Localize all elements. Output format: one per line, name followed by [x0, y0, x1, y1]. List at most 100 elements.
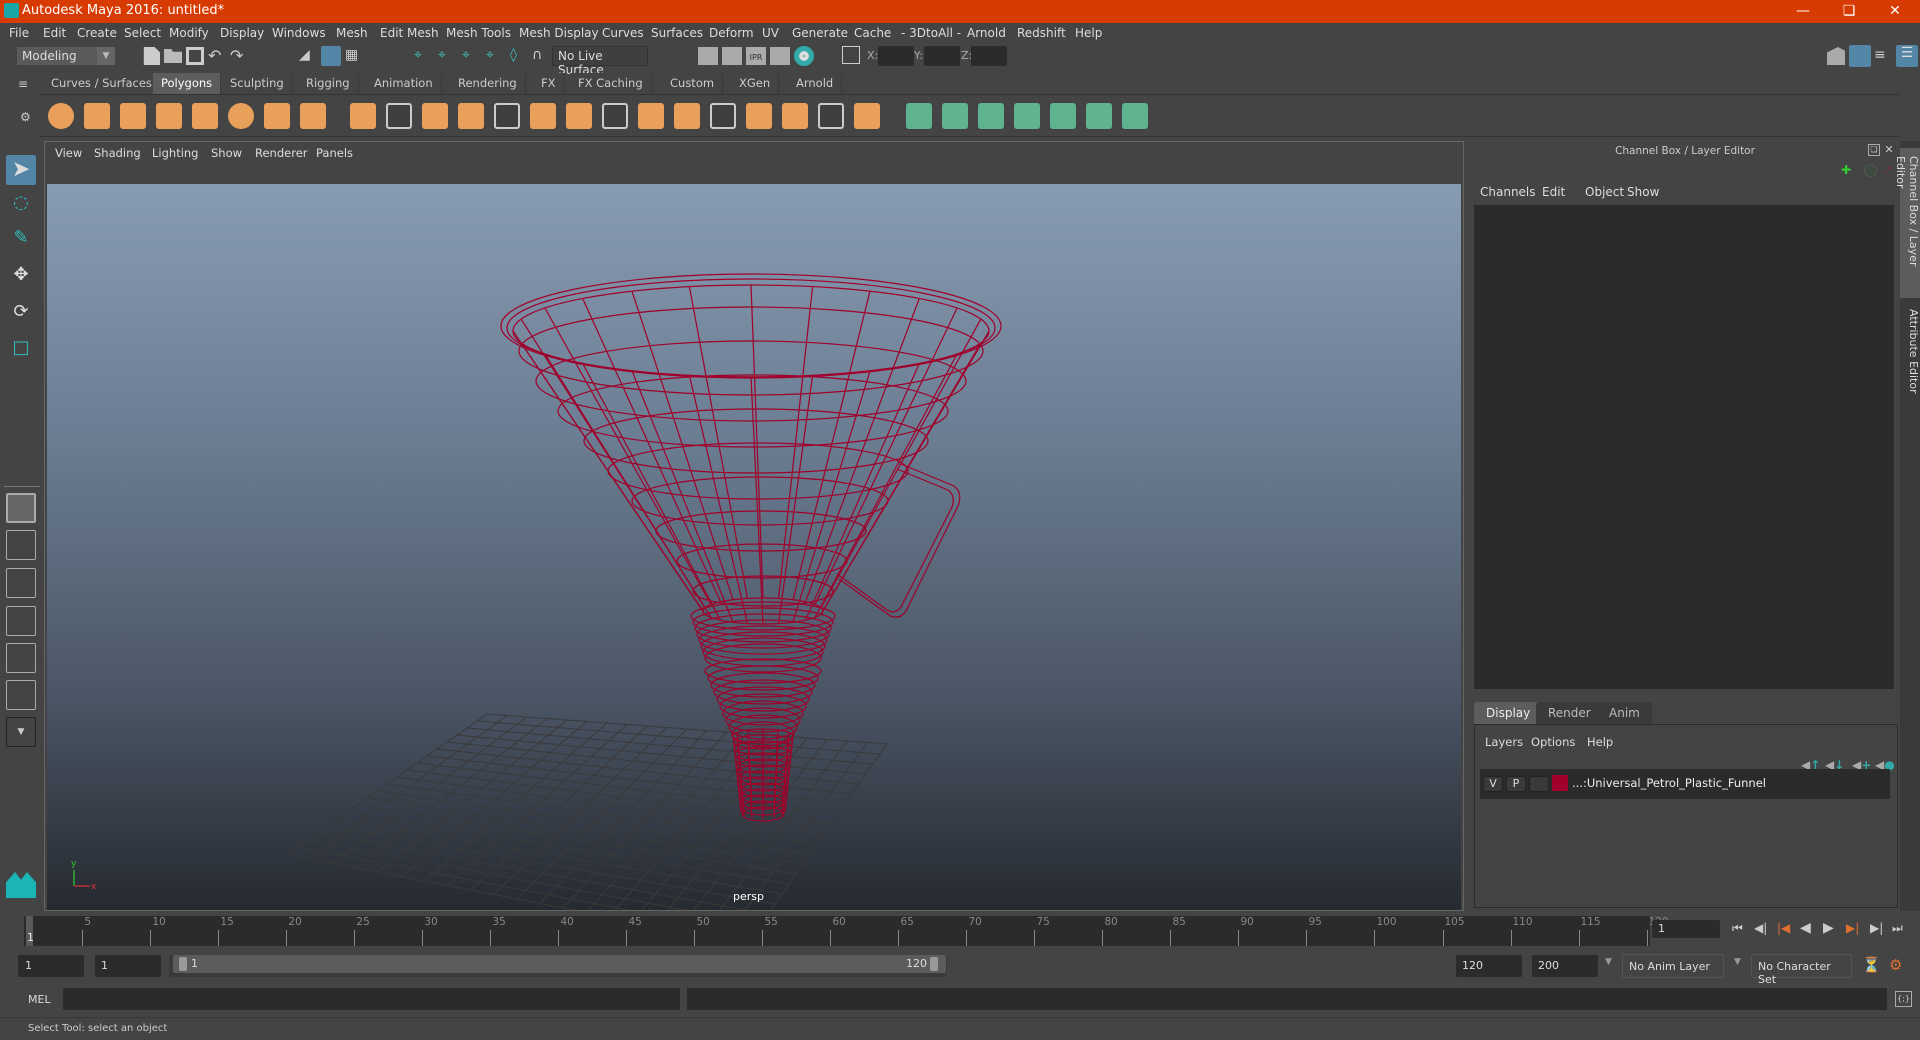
layers-menu[interactable]: Layers	[1485, 735, 1523, 749]
layout-dropdown-icon[interactable]: ▼	[6, 717, 36, 747]
separate-icon[interactable]	[386, 103, 412, 129]
shelf-tab-rendering[interactable]: Rendering	[450, 73, 526, 94]
animation-preferences-icon[interactable]: ⚙	[1889, 956, 1902, 974]
menu-generate[interactable]: Generate	[792, 26, 848, 40]
booleans-icon[interactable]	[530, 103, 556, 129]
viewport-menu-renderer[interactable]: Renderer	[255, 146, 308, 160]
viewport-menu-shading[interactable]: Shading	[94, 146, 141, 160]
side-tab-attribute-editor[interactable]: Attribute Editor	[1900, 301, 1920, 411]
persp-outliner-layout-icon[interactable]	[6, 568, 36, 598]
multi-cut-icon[interactable]	[782, 103, 808, 129]
poly-pyramid-icon[interactable]	[264, 103, 290, 129]
go-to-end-icon[interactable]: ⏭	[1892, 921, 1903, 936]
snap-point-icon[interactable]: ⌖	[462, 47, 480, 65]
step-forward-frame-icon[interactable]: ▶|	[1846, 921, 1859, 935]
minimize-button[interactable]: —	[1780, 0, 1826, 23]
sync-icon[interactable]	[1864, 164, 1877, 177]
shelf-tab-sculpting[interactable]: Sculpting	[222, 73, 293, 94]
shelf-settings-gear-icon[interactable]: ⚙	[20, 110, 31, 124]
show-menu[interactable]: Show	[1627, 185, 1659, 199]
help-menu[interactable]: Help	[1587, 735, 1613, 749]
snap-grid-icon[interactable]: ⌖	[414, 47, 432, 65]
float-panel-icon[interactable]: ❏	[1868, 144, 1880, 156]
rotate-tool-icon[interactable]: ⟳	[6, 297, 36, 327]
insert-edge-loop-icon[interactable]	[746, 103, 772, 129]
y-field[interactable]	[924, 46, 960, 66]
snap-curve-icon[interactable]: ⌖	[438, 47, 456, 65]
step-back-key-icon[interactable]: ◀|	[1754, 921, 1767, 935]
channel-box-toggle-icon[interactable]: ☰	[1896, 45, 1918, 67]
play-backward-icon[interactable]: ◀	[1800, 920, 1811, 936]
poly-sphere-icon[interactable]	[48, 103, 74, 129]
planar-uv-icon[interactable]	[906, 103, 932, 129]
menu-3dtoall[interactable]: - 3DtoAll -	[901, 26, 961, 40]
target-weld-icon[interactable]	[818, 103, 844, 129]
menu-display[interactable]: Display	[220, 26, 264, 40]
range-slider[interactable]: 1 120	[173, 955, 946, 973]
bevel-icon[interactable]	[566, 103, 592, 129]
render-view-icon[interactable]	[698, 47, 718, 65]
snap-view-plane-icon[interactable]: ⌖	[486, 47, 504, 65]
layer-playback-toggle[interactable]: P	[1506, 776, 1526, 792]
shelf-tab-curves-surfaces[interactable]: Curves / Surfaces	[43, 73, 161, 94]
command-input[interactable]	[63, 988, 680, 1010]
shelf-tab-arnold[interactable]: Arnold	[788, 73, 843, 94]
automatic-uv-icon[interactable]	[1014, 103, 1040, 129]
time-ruler[interactable]: 1 5 10 15 20 25 30 35 40 45 50 55 60 65 70 75 80 85 90 95 1…	[24, 916, 1669, 946]
smooth-icon[interactable]	[458, 103, 484, 129]
shelf-tab-custom[interactable]: Custom	[662, 73, 724, 94]
script-editor-icon[interactable]: {;}	[1895, 991, 1912, 1007]
layer-display-type-toggle[interactable]	[1529, 776, 1549, 792]
channels-menu[interactable]: Channels	[1480, 185, 1536, 199]
merge-icon[interactable]	[674, 103, 700, 129]
bridge-icon[interactable]	[602, 103, 628, 129]
step-forward-key-icon[interactable]: ▶|	[1870, 921, 1883, 935]
viewport-menu-show[interactable]: Show	[211, 146, 242, 160]
close-panel-icon[interactable]: ✕	[1883, 144, 1895, 156]
layer-tab-display[interactable]: Display	[1474, 702, 1543, 724]
side-tab-channel-box[interactable]: Channel Box / Layer Editor	[1894, 148, 1920, 298]
menu-edit[interactable]: Edit	[43, 26, 66, 40]
uv-editor-icon[interactable]	[1086, 103, 1112, 129]
spherical-uv-icon[interactable]	[978, 103, 1004, 129]
range-start-handle[interactable]	[179, 957, 187, 971]
shelf-menu-icon[interactable]: ≡	[18, 77, 32, 91]
menu-arnold[interactable]: Arnold	[967, 26, 1006, 40]
menu-modify[interactable]: Modify	[169, 26, 209, 40]
animation-end-field[interactable]: 200	[1532, 955, 1598, 977]
chevron-down-icon[interactable]: ▼	[1734, 957, 1741, 967]
lasso-tool-icon[interactable]: ◌	[6, 188, 36, 218]
menu-windows[interactable]: Windows	[272, 26, 326, 40]
start-time-field[interactable]: 1	[19, 955, 84, 977]
close-button[interactable]: ✕	[1872, 0, 1918, 23]
persp-graph-layout-icon[interactable]	[6, 606, 36, 636]
four-view-layout-icon[interactable]	[6, 530, 36, 560]
mel-label[interactable]: MEL	[28, 993, 51, 1006]
layout-uv-icon[interactable]	[1122, 103, 1148, 129]
shelf-tab-polygons[interactable]: Polygons	[153, 73, 222, 94]
z-field[interactable]	[971, 46, 1007, 66]
menu-edit-mesh[interactable]: Edit Mesh	[380, 26, 439, 40]
shelf-tab-xgen[interactable]: XGen	[731, 73, 780, 94]
shelf-tab-animation[interactable]: Animation	[366, 73, 442, 94]
menu-select[interactable]: Select	[124, 26, 161, 40]
current-frame-field[interactable]: 1	[1652, 920, 1720, 938]
menu-surfaces[interactable]: Surfaces	[651, 26, 703, 40]
poly-pipe-icon[interactable]	[300, 103, 326, 129]
cylindrical-uv-icon[interactable]	[942, 103, 968, 129]
shelf-tab-rigging[interactable]: Rigging	[298, 73, 359, 94]
live-surface-field[interactable]: No Live Surface	[552, 46, 648, 77]
combine-icon[interactable]	[350, 103, 376, 129]
layer-visibility-toggle[interactable]: V	[1483, 776, 1503, 792]
hypershade-persp-layout-icon[interactable]	[6, 643, 36, 673]
paint-select-tool-icon[interactable]: ✎	[6, 223, 36, 253]
shelf-tab-fx[interactable]: FX	[533, 73, 565, 94]
viewport-menu-lighting[interactable]: Lighting	[152, 146, 198, 160]
shelf-tab-fx-caching[interactable]: FX Caching	[570, 73, 652, 94]
poly-cone-icon[interactable]	[156, 103, 182, 129]
select-hierarchy-icon[interactable]: ◢	[299, 47, 317, 65]
move-tool-icon[interactable]: ✥	[6, 260, 36, 290]
snap-live-surface-icon[interactable]: ◊	[510, 47, 528, 65]
layer-tab-render[interactable]: Render	[1536, 702, 1603, 724]
persp-outliner-graph-layout-icon[interactable]	[6, 680, 36, 710]
